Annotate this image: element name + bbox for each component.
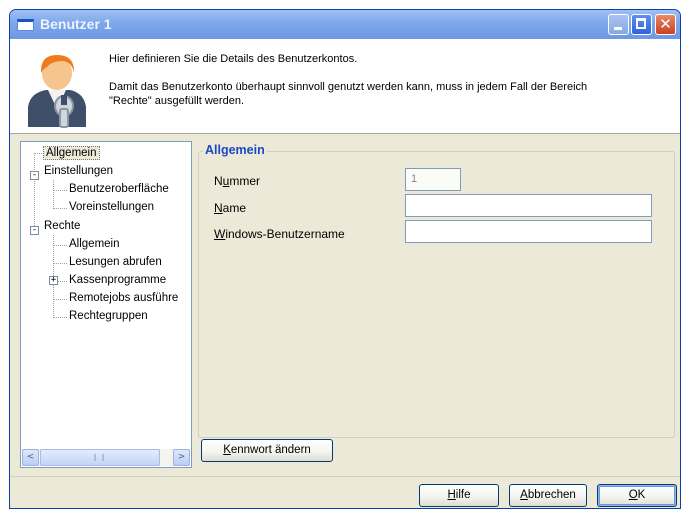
horizontal-scrollbar[interactable]: < > [22,449,190,466]
tree-item-rechtegruppen[interactable]: Rechtegruppen [69,310,148,322]
header-note-line1: Damit das Benutzerkonto überhaupt sinnvo… [109,81,588,93]
ok-button[interactable]: OK [597,484,677,507]
tree-connector [53,317,67,318]
dialog-window: Benutzer 1 ✕ Hier definieren Sie die Det… [9,9,681,509]
tree-item-remotejobs[interactable]: Remotejobs ausführe [69,292,178,304]
divider [10,476,680,477]
expand-icon[interactable]: + [49,276,58,285]
cancel-button[interactable]: Abbrechen [509,484,587,507]
navigation-tree[interactable]: - - + Allgemein Einstellungen Benutzerob… [20,141,192,468]
close-button[interactable]: ✕ [655,14,676,35]
number-field[interactable]: 1 [405,168,461,191]
tree-item-rechte[interactable]: Rechte [44,220,80,232]
window-title: Benutzer 1 [40,16,112,32]
tree-item-lesungen-abrufen[interactable]: Lesungen abrufen [69,256,162,268]
close-icon: ✕ [659,15,672,33]
scroll-thumb[interactable] [40,449,160,466]
header-panel: Hier definieren Sie die Details des Benu… [10,39,680,134]
minimize-button[interactable] [608,14,629,35]
tree-connector [53,299,67,300]
minimize-icon [614,27,622,30]
help-button[interactable]: Hilfe [419,484,499,507]
maximize-icon [636,18,646,29]
groupbox-title: Allgemein [203,143,267,157]
number-label: Nummer [214,174,261,188]
maximize-button[interactable] [631,14,652,35]
tree-item-benutzeroberflaeche[interactable]: Benutzeroberfläche [69,183,169,195]
tree-connector [53,263,67,264]
scroll-left-button[interactable]: < [22,449,39,466]
user-settings-icon [28,55,86,128]
windows-username-label: Windows-Benutzername [214,227,345,241]
collapse-icon[interactable]: - [30,226,39,235]
change-password-button[interactable]: Kennwort ändern [201,439,333,462]
tree-item-voreinstellungen[interactable]: Voreinstellungen [69,201,154,213]
header-note-line2: "Rechte" ausgefüllt werden. [109,95,244,107]
tree-connector [57,281,67,282]
header-description: Hier definieren Sie die Details des Benu… [109,53,358,65]
name-label: Name [214,201,247,215]
tree-item-allgemein[interactable]: Allgemein [43,146,100,160]
tree-connector [53,180,54,209]
name-field[interactable] [405,194,652,217]
tree-item-rechte-allgemein[interactable]: Allgemein [69,238,120,250]
grip-icon [94,454,104,461]
tree-connector [53,208,67,209]
tree-connector [34,153,35,228]
tree-connector [53,190,67,191]
tree-item-einstellungen[interactable]: Einstellungen [44,165,113,177]
scroll-right-button[interactable]: > [173,449,190,466]
collapse-icon[interactable]: - [30,171,39,180]
title-bar[interactable]: Benutzer 1 ✕ [10,10,680,39]
tree-item-kassenprogramme[interactable]: Kassenprogramme [69,274,166,286]
windows-username-field[interactable] [405,220,652,243]
tree-connector [53,245,67,246]
window-icon [17,19,34,31]
